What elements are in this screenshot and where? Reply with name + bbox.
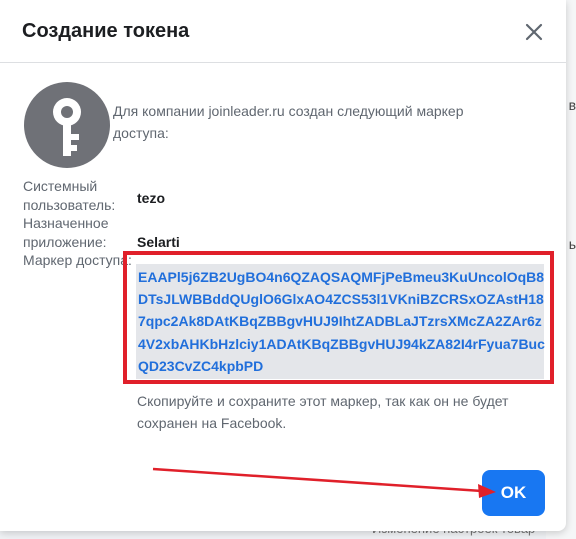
access-token-field[interactable]: EAAPl5j6ZB2UgBO4n6QZAQSAQMFjPeBmeu3KuUnc… — [136, 264, 545, 379]
field-labels: Системный пользователь: Назначенное прил… — [23, 177, 133, 270]
create-token-dialog: Создание токена Для компании joinleader.… — [0, 0, 566, 531]
system-user-value: tezo — [137, 190, 165, 206]
ok-button[interactable]: OK — [482, 470, 545, 516]
system-user-label: Системный пользователь: — [23, 178, 116, 213]
dialog-header: Создание токена — [0, 0, 566, 63]
dialog-title: Создание токена — [22, 20, 190, 42]
intro-text: Для компании joinleader.ru создан следую… — [113, 103, 464, 141]
background-text-fragment: ь — [568, 236, 576, 252]
assigned-app-label: Назначенное приложение: — [23, 215, 109, 250]
save-token-note: Скопируйте и сохраните этот маркер, так … — [137, 393, 509, 431]
close-icon[interactable] — [522, 20, 546, 44]
assigned-app-value: Selarti — [137, 234, 180, 250]
access-token-label: Маркер доступа: — [23, 252, 132, 268]
access-token-value[interactable]: EAAPl5j6ZB2UgBO4n6QZAQSAQMFjPeBmeu3KuUnc… — [138, 266, 548, 378]
background-text-fragment: в — [568, 97, 576, 113]
key-icon — [24, 82, 110, 168]
